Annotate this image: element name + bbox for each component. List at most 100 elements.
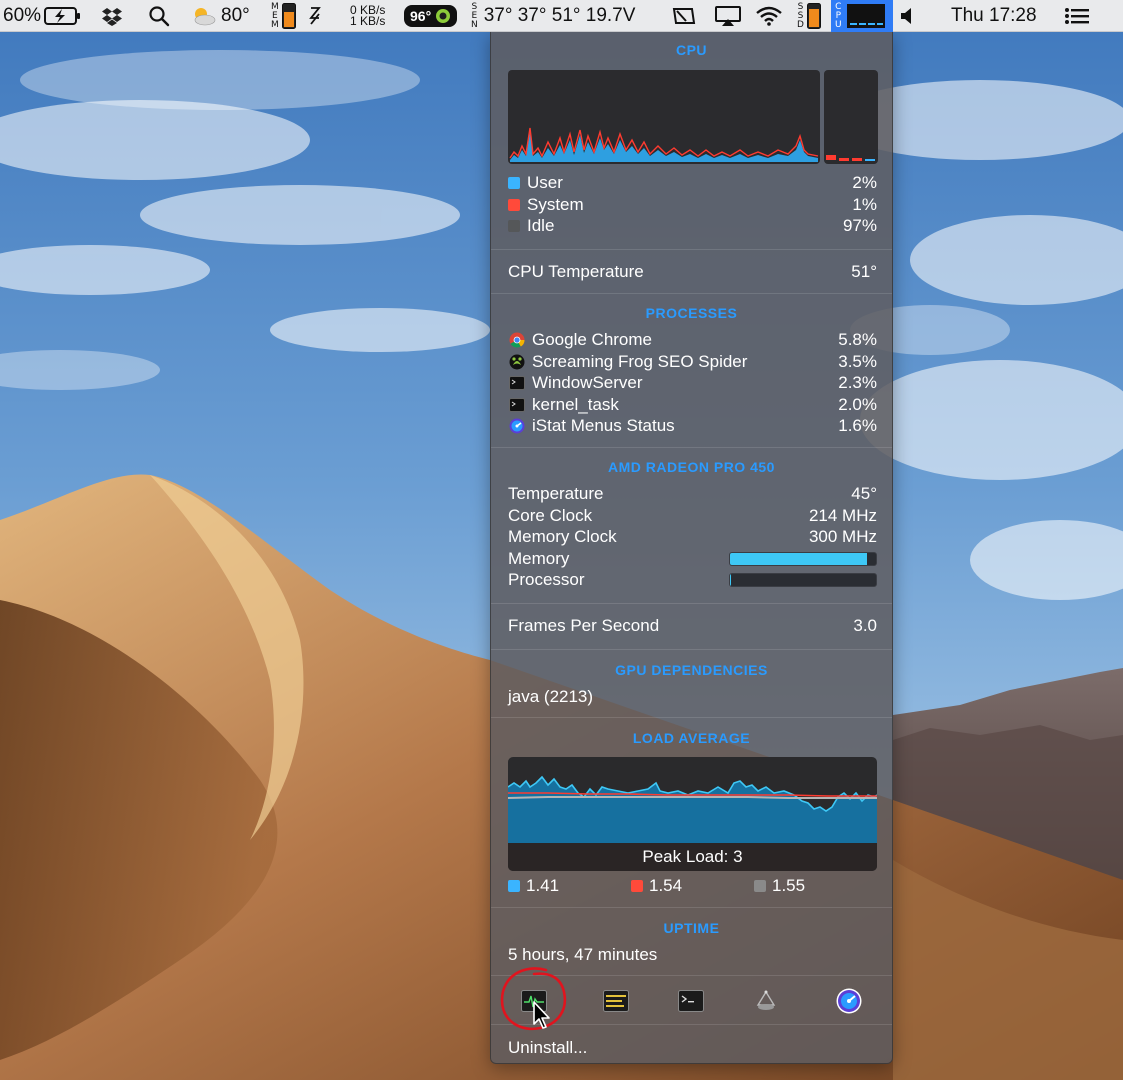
spotlight-search-icon[interactable] (148, 0, 170, 32)
load-5min-swatch (631, 880, 643, 892)
process-row[interactable]: iStat Menus Status 1.6% (508, 415, 877, 436)
divider (491, 907, 892, 908)
cpu-history-graph (508, 70, 878, 164)
gpu-processor-bar (729, 572, 877, 587)
process-name: iStat Menus Status (532, 415, 675, 435)
network-speed[interactable]: 0 KB/s 1 KB/s (350, 0, 385, 32)
partly-cloudy-icon (194, 8, 216, 26)
gpu-memory-bar-fill (730, 552, 868, 565)
gpu-memory-bar (729, 551, 877, 566)
user-swatch (508, 176, 520, 189)
divider (491, 649, 892, 650)
process-row[interactable]: WindowServer 2.3% (508, 372, 877, 393)
divider (491, 249, 892, 250)
istat-cpu-dropdown: CPU User 2% System 1% Idle 97% CPU Tempe… (490, 32, 893, 1064)
gpu-processor-bar-fill (730, 573, 732, 586)
idle-swatch (508, 219, 520, 232)
gpu-processor-row: Processor (508, 569, 877, 590)
console-icon[interactable] (601, 986, 631, 1016)
cpu-status[interactable]: CPU (831, 0, 893, 32)
gpu-temperature-label: Temperature (508, 483, 604, 503)
ssd-gauge-icon (806, 3, 821, 29)
gpu-memory-clock-label: Memory Clock (508, 526, 617, 546)
gpu-memory-clock-row: Memory Clock 300 MHz (508, 526, 877, 547)
cpu-system-label: System (527, 194, 584, 214)
process-row[interactable]: Screaming Frog SEO Spider 3.5% (508, 351, 877, 372)
process-row[interactable]: Google Chrome 5.8% (508, 329, 877, 350)
gpu-core-clock-value: 214 MHz (808, 505, 877, 525)
sensors-status[interactable]: SEN 37° 37° 51° 19.7V (471, 0, 635, 32)
ssd-label: SSD (797, 1, 804, 30)
memory-status[interactable]: MEM (271, 0, 296, 32)
load-average-title: LOAD AVERAGE (632, 730, 751, 746)
uninstall-menu-item[interactable]: Uninstall... (508, 1037, 877, 1058)
gpu-core-clock-label: Core Clock (508, 505, 593, 525)
peak-load-label: Peak Load: 3 (508, 843, 877, 871)
cpu-system-row: System 1% (508, 194, 877, 215)
weather-status[interactable]: 80° (190, 0, 250, 32)
load-average-chart (508, 775, 877, 843)
gpu-dependency-name: java (2213) (508, 686, 594, 706)
cpu-idle-value: 97% (842, 215, 877, 235)
mouse-cursor-icon (533, 1001, 550, 1029)
process-name: kernel_task (532, 394, 619, 414)
clock-text: Thu 17:28 (951, 5, 1037, 26)
cpu-idle-row: Idle 97% (508, 215, 877, 236)
cpu-user-label: User (527, 172, 563, 192)
gpu-dependency-row: java (2213) (508, 686, 877, 707)
load-1min: 1.41 (508, 876, 559, 896)
temperature-gauge-icon (436, 9, 451, 23)
istat-icon (508, 417, 525, 434)
cpu-temperature-row: CPU Temperature 51° (508, 261, 877, 282)
battery-status[interactable]: 60% (3, 0, 82, 32)
load-1min-value: 1.41 (526, 876, 560, 895)
battery-percent: 60% (3, 5, 42, 26)
process-row[interactable]: kernel_task 2.0% (508, 394, 877, 415)
sidebar-toggle-icon[interactable] (672, 0, 696, 32)
notification-center-icon[interactable] (1064, 0, 1090, 32)
process-name: Screaming Frog SEO Spider (532, 351, 748, 371)
disk-utility-icon[interactable] (751, 986, 781, 1016)
processes-section-title: PROCESSES (645, 305, 738, 321)
load-15min-swatch (754, 880, 766, 892)
volume-icon[interactable] (899, 0, 915, 32)
memory-gauge-icon (281, 3, 296, 29)
process-value: 2.0% (838, 394, 877, 414)
process-name: WindowServer (532, 372, 643, 392)
weather-temp: 80° (221, 5, 250, 26)
dropbox-icon[interactable] (102, 0, 122, 32)
gpu-section-title: AMD RADEON PRO 450 (608, 459, 775, 475)
istat-icon[interactable] (834, 986, 864, 1016)
clock[interactable]: Thu 17:28 (951, 0, 1037, 32)
chrome-icon (508, 331, 525, 348)
load-5min: 1.54 (631, 876, 682, 896)
frog-icon (508, 353, 525, 370)
process-value: 1.6% (838, 415, 877, 435)
cpu-system-value: 1% (852, 194, 877, 214)
process-value: 3.5% (838, 351, 877, 371)
gpu-memory-label: Memory (508, 548, 570, 568)
fps-row: Frames Per Second 3.0 (508, 615, 877, 636)
gpu-temperature-row: Temperature 45° (508, 483, 877, 504)
menu-bar: 60% 80° MEM 0 KB/s 1 KB/s 96° S E N 37° … (0, 0, 1123, 32)
gpu-core-clock-row: Core Clock 214 MHz (508, 505, 877, 526)
cpu-label: CPU (835, 1, 842, 30)
system-swatch (508, 198, 520, 211)
terminal-app-icon[interactable] (676, 986, 706, 1016)
load-1min-swatch (508, 880, 520, 892)
sensor-values: 37° 37° 51° 19.7V (483, 5, 636, 26)
uptime-title: UPTIME (663, 920, 720, 936)
load-15min-value: 1.55 (772, 876, 806, 895)
wifi-icon[interactable] (755, 0, 783, 32)
cpu-section-title: CPU (675, 42, 708, 58)
airplay-icon[interactable] (714, 0, 742, 32)
divider (491, 717, 892, 718)
process-value: 5.8% (838, 329, 877, 349)
memory-label: MEM (271, 1, 279, 30)
load-average-graph: Peak Load: 3 (508, 757, 877, 871)
gpu-temperature-value: 45° (851, 483, 877, 503)
gpu-memory-row: Memory (508, 548, 877, 569)
cpu-mini-graph-icon (846, 4, 885, 28)
ssd-status[interactable]: SSD (797, 0, 821, 32)
temperature-status[interactable]: 96° (404, 0, 458, 32)
